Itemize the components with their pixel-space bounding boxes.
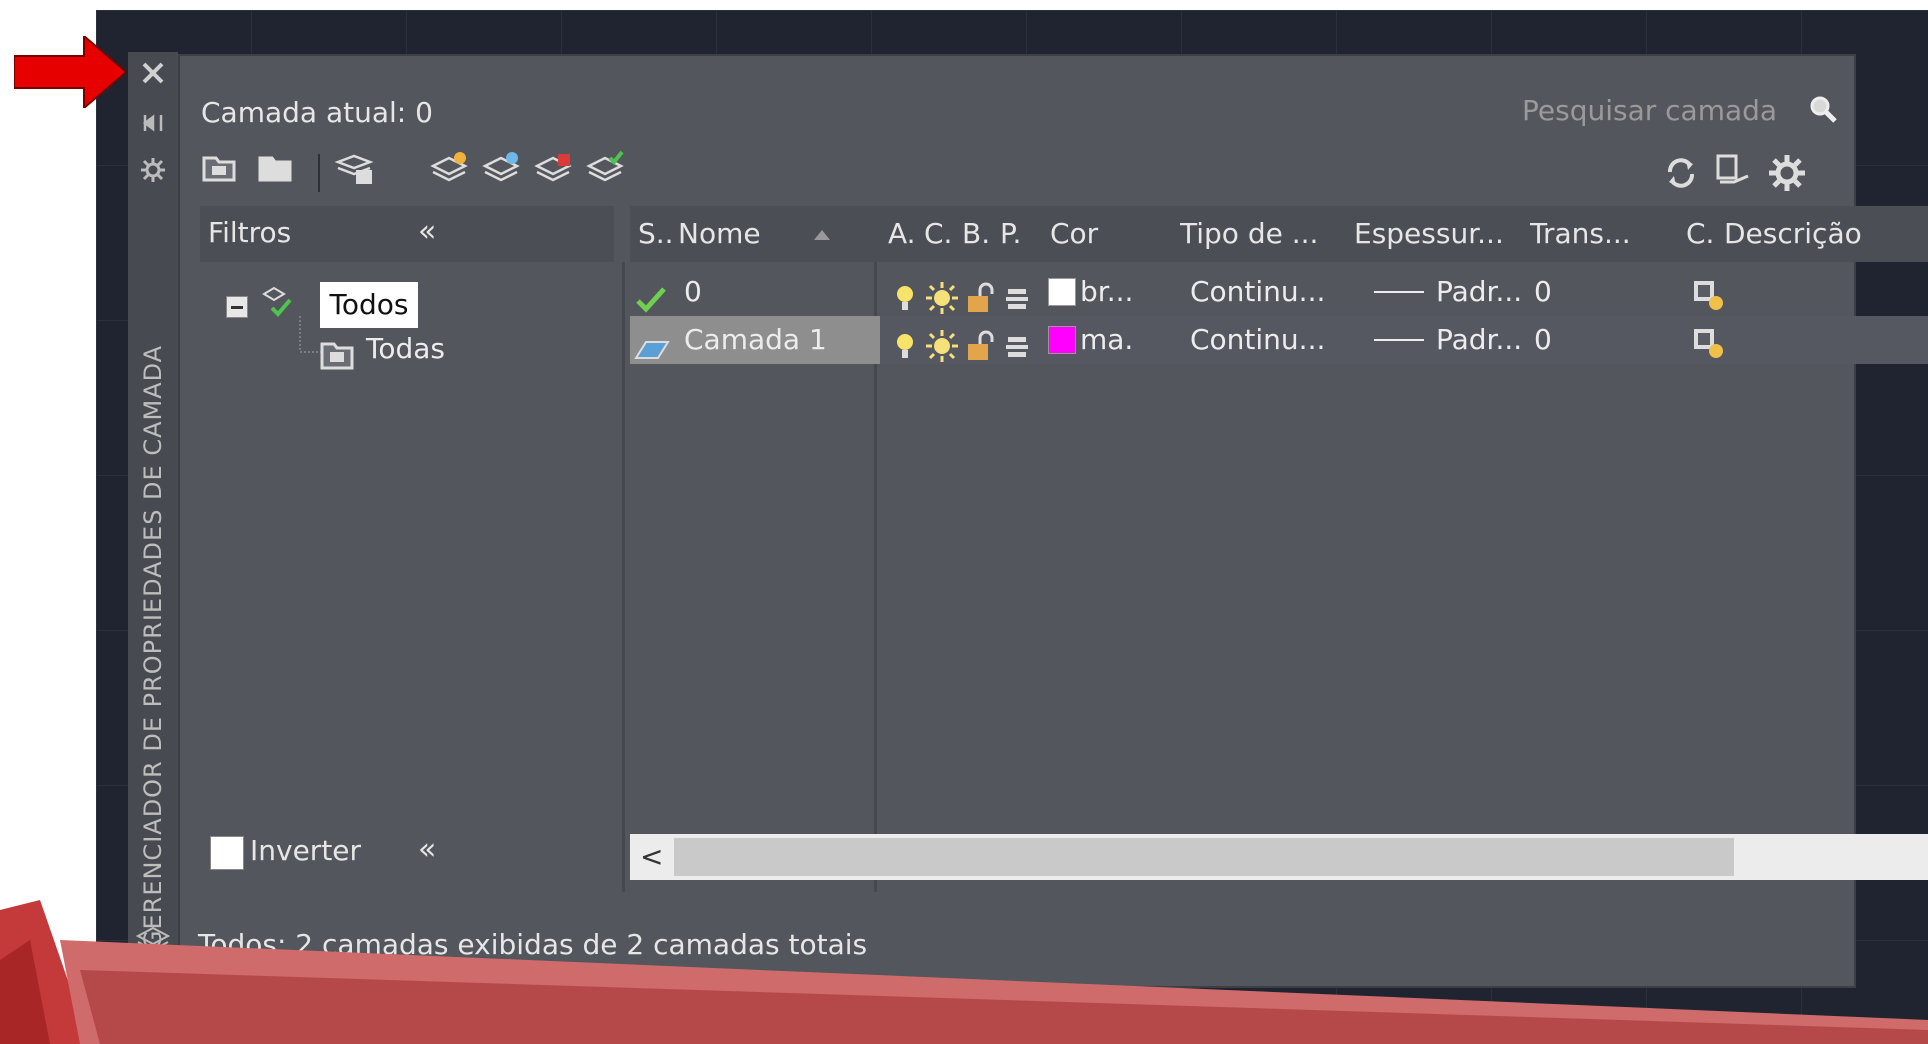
col-name[interactable]: Nome <box>678 206 838 262</box>
current-layer-label: Camada atual: 0 <box>201 96 433 129</box>
layer-properties-panel: Camada atual: 0 Pesquisar camada Filtros… <box>178 54 1928 1022</box>
used-layers-filter-icon <box>320 342 354 370</box>
linetype-value[interactable]: Continu... <box>1190 316 1340 364</box>
color-name[interactable]: br... <box>1080 268 1134 316</box>
collapse-filters-button[interactable]: « <box>418 214 436 249</box>
lineweight-sample-line <box>1374 291 1424 293</box>
toolbar-separator <box>318 154 320 192</box>
refresh-icon[interactable] <box>1660 152 1702 194</box>
transparency-value[interactable]: 0 <box>1534 316 1564 364</box>
lineweight-value[interactable]: Padr... <box>1436 316 1532 364</box>
properties-icon[interactable] <box>128 156 178 188</box>
col-name-label: Nome <box>678 217 761 250</box>
new-vp-freeze-icon[interactable] <box>1690 272 1726 320</box>
col-color[interactable]: Cor <box>1050 206 1160 262</box>
invert-filter-row: Inverter « <box>200 824 614 884</box>
layer-name[interactable]: Camada 1 <box>684 316 844 364</box>
col-lock[interactable]: B. <box>962 206 998 262</box>
filter-todos[interactable]: Todos <box>320 282 418 328</box>
plot-icon[interactable] <box>1004 324 1030 372</box>
sort-ascending-icon <box>814 230 830 240</box>
lineweight-sample-line <box>1374 339 1424 341</box>
search-placeholder: Pesquisar camada <box>1522 94 1778 127</box>
layer-states-manager-icon[interactable] <box>334 148 374 188</box>
filters-header: Filtros « <box>200 206 614 262</box>
tree-expand-toggle[interactable] <box>226 296 248 318</box>
invert-filter-label: Inverter <box>250 834 362 867</box>
layer-settings-icon[interactable] <box>1712 152 1754 194</box>
unlock-icon[interactable] <box>964 274 998 322</box>
search-layer-field[interactable]: Pesquisar camada <box>1510 84 1844 130</box>
pane-splitter[interactable] <box>622 262 625 892</box>
layer-row[interactable]: 0 br... Continu... Padr... 0 <box>630 268 1928 316</box>
color-swatch[interactable] <box>1048 278 1076 306</box>
list-scroll-thumb[interactable] <box>674 838 1734 876</box>
collapse-invert-button[interactable]: « <box>418 832 436 867</box>
list-horizontal-scrollbar[interactable]: < > <box>630 834 1928 880</box>
col-linetype[interactable]: Tipo de ... <box>1180 206 1350 262</box>
new-vp-freeze-icon[interactable] <box>1690 320 1726 368</box>
all-layers-filter-icon <box>262 286 292 317</box>
autohide-icon[interactable] <box>128 112 178 138</box>
invert-filter-checkbox[interactable] <box>210 836 244 870</box>
unlock-icon[interactable] <box>964 322 998 370</box>
col-freeze[interactable]: C. <box>924 206 960 262</box>
search-icon[interactable] <box>1808 94 1838 128</box>
color-name[interactable]: ma... <box>1080 316 1134 364</box>
scroll-left-arrow[interactable]: < <box>640 840 663 873</box>
palette-vertical-title: GERENCIADOR DE PROPRIEDADES DE CAMADA <box>139 344 167 950</box>
filter-tree: Todos Todas < > <box>200 262 614 1022</box>
filter-todas[interactable]: Todas <box>366 332 445 365</box>
lineweight-value[interactable]: Padr... <box>1436 268 1532 316</box>
new-layer-icon[interactable] <box>430 148 470 188</box>
close-icon[interactable] <box>128 60 178 90</box>
red-arrow-annotation <box>14 36 126 108</box>
col-on[interactable]: A. <box>888 206 922 262</box>
sun-thaw-icon[interactable] <box>924 322 960 370</box>
col-status[interactable]: S.. <box>638 206 678 262</box>
transparency-value[interactable]: 0 <box>1534 268 1564 316</box>
col-description[interactable]: Descrição <box>1724 206 1924 262</box>
new-property-filter-icon[interactable] <box>200 148 240 188</box>
filters-header-label: Filtros <box>208 216 292 249</box>
gear-icon[interactable] <box>1766 152 1808 194</box>
sun-thaw-icon[interactable] <box>924 274 960 322</box>
linetype-value[interactable]: Continu... <box>1190 268 1340 316</box>
layer-icon <box>634 341 670 359</box>
col-transparency[interactable]: Trans... <box>1530 206 1670 262</box>
col-new-vp-freeze[interactable]: C. <box>1686 206 1722 262</box>
palette-title-strip: GERENCIADOR DE PROPRIEDADES DE CAMADA <box>128 52 178 984</box>
color-swatch[interactable] <box>1048 326 1076 354</box>
delete-layer-icon[interactable] <box>534 148 574 188</box>
autocad-logo-decoration <box>0 900 1928 1044</box>
layer-name[interactable]: 0 <box>684 268 834 316</box>
new-group-filter-icon[interactable] <box>256 148 296 188</box>
layer-row-selected[interactable]: Camada 1 ma... Continu... Padr... 0 <box>630 316 1928 364</box>
description-value[interactable] <box>1726 268 1926 316</box>
description-value[interactable] <box>1726 316 1926 364</box>
col-lineweight[interactable]: Espessur... <box>1354 206 1528 262</box>
col-plot[interactable]: P. <box>1000 206 1040 262</box>
lightbulb-on-icon[interactable] <box>894 324 916 372</box>
set-current-icon[interactable] <box>586 148 626 188</box>
new-layer-vp-frozen-icon[interactable] <box>482 148 522 188</box>
